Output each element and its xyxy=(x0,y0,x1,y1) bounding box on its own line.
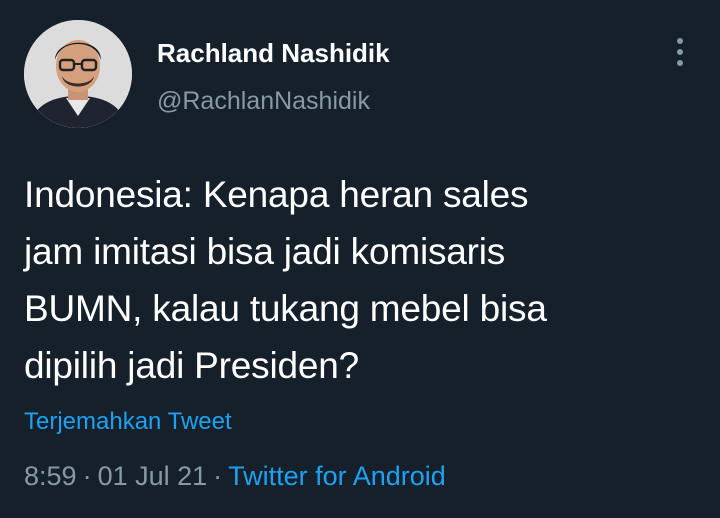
more-options-button[interactable] xyxy=(668,34,692,70)
tweet-metadata: 8:59 · 01 Jul 21 · Twitter for Android xyxy=(24,459,446,493)
author-handle[interactable]: @RachlanNashidik xyxy=(157,86,370,116)
avatar[interactable] xyxy=(24,20,132,128)
tweet-date[interactable]: 01 Jul 21 xyxy=(98,461,208,491)
tweet-time[interactable]: 8:59 xyxy=(24,461,77,491)
author-display-name[interactable]: Rachland Nashidik xyxy=(157,38,390,68)
tweet-card: Rachland Nashidik @RachlanNashidik Indon… xyxy=(0,0,720,518)
translate-tweet-link[interactable]: Terjemahkan Tweet xyxy=(24,407,232,437)
separator: · xyxy=(82,461,92,491)
avatar-image xyxy=(24,20,132,128)
more-vertical-icon xyxy=(677,38,683,66)
separator: · xyxy=(213,461,223,491)
tweet-text: Indonesia: Kenapa heran sales jam imitas… xyxy=(24,174,547,386)
tweet-source-link[interactable]: Twitter for Android xyxy=(228,461,446,491)
